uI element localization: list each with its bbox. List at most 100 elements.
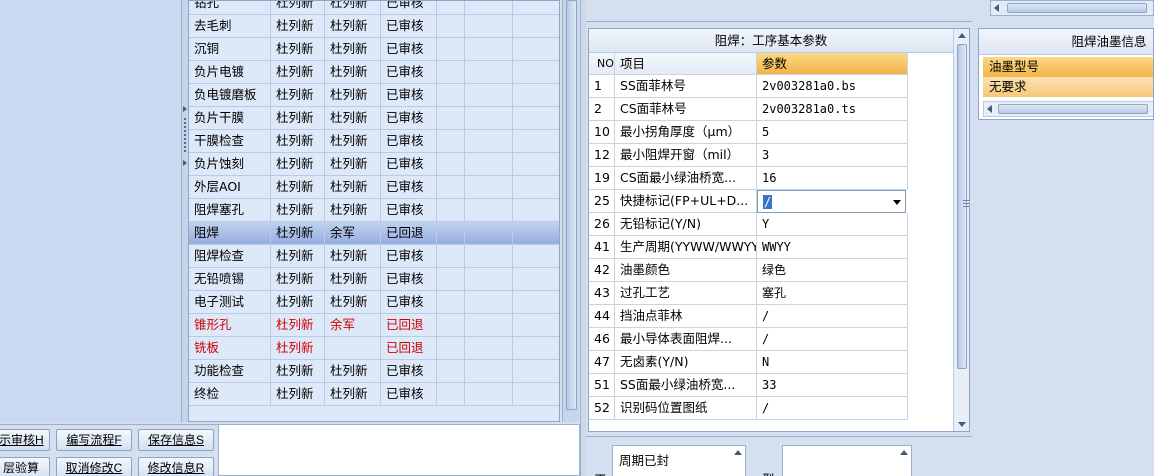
param-value-cell[interactable]: 3	[757, 144, 908, 167]
empty-cell[interactable]	[437, 176, 465, 199]
empty-cell[interactable]	[513, 268, 559, 291]
empty-cell[interactable]	[465, 1, 513, 15]
status-cell[interactable]: 已审核	[381, 38, 437, 61]
empty-cell[interactable]	[465, 176, 513, 199]
empty-cell[interactable]	[513, 245, 559, 268]
table-row[interactable]: 电子测试 杜列新 杜列新 已审核	[189, 291, 559, 314]
reviewer-cell[interactable]: 杜列新	[325, 153, 381, 176]
col-header-param[interactable]: 参数	[757, 53, 908, 75]
empty-cell[interactable]	[465, 107, 513, 130]
param-value-cell[interactable]: 2v003281a0.bs	[757, 75, 908, 98]
empty-cell[interactable]	[465, 245, 513, 268]
status-cell[interactable]: 已审核	[381, 268, 437, 291]
cycle-listbox[interactable]: 周期已封	[612, 445, 746, 476]
table-row[interactable]: 负片干膜 杜列新 杜列新 已审核	[189, 107, 559, 130]
table-row[interactable]: 51 SS面最小绿油桥宽... 33	[589, 374, 953, 397]
empty-cell[interactable]	[465, 337, 513, 360]
col-header-item[interactable]: 项目	[615, 53, 757, 75]
empty-cell[interactable]	[465, 153, 513, 176]
process-name-cell[interactable]: 阻焊检查	[189, 245, 271, 268]
table-row[interactable]: 12 最小阻焊开窗（mil） 3	[589, 144, 953, 167]
cycle-list-item[interactable]: 周期已封	[619, 453, 669, 468]
empty-cell[interactable]	[513, 176, 559, 199]
reviewer-cell[interactable]: 余军	[325, 222, 381, 245]
reviewer-cell[interactable]: 杜列新	[325, 107, 381, 130]
table-row[interactable]: 42 油墨颜色 绿色	[589, 259, 953, 282]
status-cell[interactable]: 已审核	[381, 107, 437, 130]
review-button[interactable]: 示审核H	[0, 429, 50, 451]
author-cell[interactable]: 杜列新	[271, 1, 325, 15]
status-cell[interactable]: 已审核	[381, 176, 437, 199]
ink-panel-scrollbar[interactable]	[983, 101, 1153, 117]
reviewer-cell[interactable]: 杜列新	[325, 176, 381, 199]
param-value-cell[interactable]: /	[757, 305, 908, 328]
reviewer-cell[interactable]: 杜列新	[325, 199, 381, 222]
empty-cell[interactable]	[437, 130, 465, 153]
empty-cell[interactable]	[465, 61, 513, 84]
empty-cell[interactable]	[437, 38, 465, 61]
empty-cell[interactable]	[513, 337, 559, 360]
scrollbar-thumb[interactable]	[566, 0, 577, 410]
empty-cell[interactable]	[437, 153, 465, 176]
author-cell[interactable]: 杜列新	[271, 84, 325, 107]
table-row[interactable]: 阻焊检查 杜列新 杜列新 已审核	[189, 245, 559, 268]
reviewer-cell[interactable]: 杜列新	[325, 360, 381, 383]
param-value-cell[interactable]: 绿色	[757, 259, 908, 282]
status-cell[interactable]: 已审核	[381, 1, 437, 15]
process-name-cell[interactable]: 阻焊	[189, 222, 271, 245]
param-value-cell[interactable]: 2v003281a0.ts	[757, 98, 908, 121]
status-cell[interactable]: 已审核	[381, 15, 437, 38]
empty-cell[interactable]	[465, 15, 513, 38]
process-name-cell[interactable]: 电子测试	[189, 291, 271, 314]
empty-cell[interactable]	[437, 245, 465, 268]
reviewer-cell[interactable]: 杜列新	[325, 61, 381, 84]
empty-cell[interactable]	[437, 15, 465, 38]
status-cell[interactable]: 已审核	[381, 153, 437, 176]
empty-cell[interactable]	[513, 1, 559, 15]
empty-cell[interactable]	[437, 84, 465, 107]
layer-check-button[interactable]: 层验算	[0, 457, 50, 476]
empty-cell[interactable]	[465, 314, 513, 337]
empty-cell[interactable]	[513, 107, 559, 130]
table-row[interactable]: 负电镀磨板 杜列新 杜列新 已审核	[189, 84, 559, 107]
scroll-left-arrow-icon[interactable]	[994, 4, 999, 12]
table-row[interactable]: 41 生产周期(YYWW/WWYY) WWYY	[589, 236, 953, 259]
empty-cell[interactable]	[513, 153, 559, 176]
empty-cell[interactable]	[513, 291, 559, 314]
param-value-cell[interactable]: 塞孔	[757, 282, 908, 305]
scrollbar-thumb[interactable]	[1007, 3, 1147, 13]
table-row[interactable]: 钻孔 杜列新 杜列新 已审核	[189, 1, 559, 15]
author-cell[interactable]: 杜列新	[271, 222, 325, 245]
table-row[interactable]: 沉铜 杜列新 杜列新 已审核	[189, 38, 559, 61]
table-row[interactable]: 19 CS面最小绿油桥宽... 16	[589, 167, 953, 190]
reviewer-cell[interactable]	[325, 337, 381, 360]
ink-model-row[interactable]: 无要求	[983, 77, 1153, 97]
status-cell[interactable]: 已审核	[381, 383, 437, 406]
table-row[interactable]: 去毛刺 杜列新 杜列新 已审核	[189, 15, 559, 38]
table-row[interactable]: 2 CS面菲林号 2v003281a0.ts	[589, 98, 953, 121]
param-value-combobox[interactable]: /	[757, 190, 906, 213]
reviewer-cell[interactable]: 杜列新	[325, 130, 381, 153]
table-row[interactable]: 46 最小导体表面阻焊... /	[589, 328, 953, 351]
scroll-down-arrow-icon[interactable]	[958, 422, 966, 427]
status-cell[interactable]: 已审核	[381, 291, 437, 314]
process-name-cell[interactable]: 阻焊塞孔	[189, 199, 271, 222]
author-cell[interactable]: 杜列新	[271, 107, 325, 130]
edit-flow-button[interactable]: 编写流程F	[56, 429, 132, 451]
status-cell[interactable]: 已回退	[381, 222, 437, 245]
scroll-up-arrow-icon[interactable]	[734, 450, 742, 455]
table-row[interactable]: 外层AOI 杜列新 杜列新 已审核	[189, 176, 559, 199]
empty-cell[interactable]	[437, 107, 465, 130]
author-cell[interactable]: 杜列新	[271, 268, 325, 291]
top-right-scrollbar[interactable]	[990, 0, 1154, 16]
modify-info-button[interactable]: 修改信息R	[138, 457, 214, 476]
status-cell[interactable]: 已审核	[381, 84, 437, 107]
author-cell[interactable]: 杜列新	[271, 245, 325, 268]
param-value-cell[interactable]: WWYY	[757, 236, 908, 259]
empty-cell[interactable]	[513, 38, 559, 61]
table-row[interactable]: 负片电镀 杜列新 杜列新 已审核	[189, 61, 559, 84]
table-row[interactable]: 52 识别码位置图纸 /	[589, 397, 953, 420]
param-value-cell[interactable]: 16	[757, 167, 908, 190]
author-cell[interactable]: 杜列新	[271, 61, 325, 84]
table-row[interactable]: 功能检查 杜列新 杜列新 已审核	[189, 360, 559, 383]
